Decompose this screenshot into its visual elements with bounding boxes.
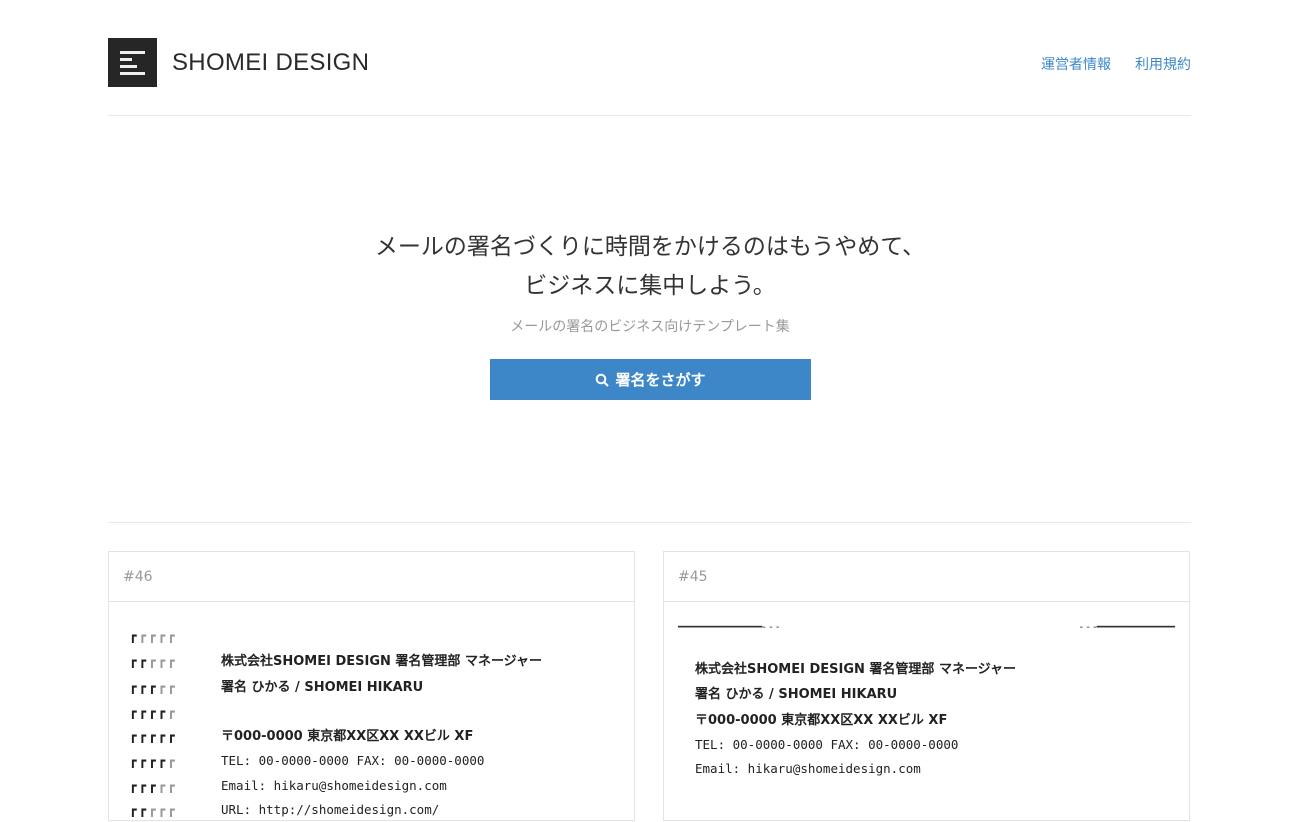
- signature-preview: 株式会社SHOMEI DESIGN 署名管理部 マネージャー 署名 ひかる / S…: [664, 633, 1189, 781]
- signature-line: ┏┏┏┏┏ 〒000-0000 東京都XX区XX XXビル XF: [129, 724, 634, 749]
- nav-operator-info[interactable]: 運営者情報: [1041, 57, 1111, 73]
- decoration-marks: ┏┏┏┏┏: [129, 678, 177, 694]
- signature-text: 〒000-0000 東京都XX区XX XXビル XF: [221, 729, 474, 745]
- logo-icon[interactable]: [108, 38, 157, 87]
- hero-line-1: メールの署名づくりに時間をかけるのはもうやめて、: [374, 234, 926, 260]
- divider: [108, 522, 1191, 523]
- signature-line: 〒000-0000 東京都XX区XX XXビル XF: [695, 708, 1189, 733]
- template-card-46[interactable]: #46 ┏┏┏┏┏ ┏┏┏┏┏ 株式会社SHOMEI DESIGN 署名管理部 マネ…: [108, 551, 635, 821]
- signature-line: ┏┏┏┏┏: [129, 700, 634, 724]
- rule-left: ━━━━━━━━━━━━━━- - -: [678, 622, 780, 633]
- nav-terms[interactable]: 利用規約: [1135, 57, 1191, 73]
- decoration-marks: ┏┏┏┏┏: [129, 728, 177, 744]
- signature-rule: ━━━━━━━━━━━━━━- - - - - -━━━━━━━━━━━━━: [664, 602, 1189, 633]
- signature-text: 署名 ひかる / SHOMEI HIKARU: [695, 687, 898, 703]
- hero-line-2: ビジネスに集中しよう。: [524, 273, 776, 299]
- signature-preview: ┏┏┏┏┏ ┏┏┏┏┏ 株式会社SHOMEI DESIGN 署名管理部 マネージャー…: [109, 602, 634, 822]
- card-id: #45: [664, 552, 1189, 602]
- decoration-marks: ┏┏┏┏┏: [129, 653, 177, 669]
- decoration-marks: ┏┏┏┏┏: [129, 802, 177, 818]
- signature-text: TEL: 00-0000-0000 FAX: 00-0000-0000: [695, 736, 959, 752]
- decoration-marks: ┏┏┏┏┏: [129, 777, 177, 793]
- signature-line: ┏┏┏┏┏ TEL: 00-0000-0000 FAX: 00-0000-0000: [129, 749, 634, 773]
- signature-text: Email: hikaru@shomeidesign.com: [695, 761, 921, 777]
- brand-name[interactable]: SHOMEI DESIGN: [172, 49, 369, 77]
- card-id: #46: [109, 552, 634, 602]
- signature-line: ┏┏┏┏┏ 署名 ひかる / SHOMEI HIKARU: [129, 675, 634, 700]
- signature-line: ┏┏┏┏┏: [129, 624, 634, 649]
- decoration-marks: ┏┏┏┏┏: [129, 703, 177, 719]
- signature-line: 署名 ひかる / SHOMEI HIKARU: [695, 682, 1189, 707]
- signature-text: 署名 ひかる / SHOMEI HIKARU: [221, 679, 424, 695]
- divider: [108, 115, 1191, 116]
- signature-text: Email: hikaru@shomeidesign.com: [221, 777, 447, 793]
- signature-text: URL: http://shomeidesign.com/: [221, 802, 440, 818]
- decoration-marks: ┏┏┏┏┏: [129, 753, 177, 769]
- signature-text: 株式会社SHOMEI DESIGN 署名管理部 マネージャー: [221, 654, 543, 670]
- signature-line: ┏┏┏┏┏ 株式会社SHOMEI DESIGN 署名管理部 マネージャー: [129, 649, 634, 674]
- signature-text: 株式会社SHOMEI DESIGN 署名管理部 マネージャー: [695, 662, 1017, 677]
- signature-text: 〒000-0000 東京都XX区XX XXビル XF: [695, 712, 948, 728]
- signature-line: ┏┏┏┏┏ URL: http://shomeidesign.com/: [129, 798, 634, 822]
- header: SHOMEI DESIGN 運営者情報 利用規約: [108, 38, 1191, 88]
- search-icon: [596, 373, 610, 387]
- search-signature-button[interactable]: 署名をさがす: [490, 359, 811, 400]
- hero-subtitle: メールの署名のビジネス向けテンプレート集: [510, 319, 790, 335]
- hero-title: メールの署名づくりに時間をかけるのはもうやめて、 ビジネスに集中しよう。: [0, 228, 1300, 306]
- search-button-label: 署名をさがす: [615, 372, 706, 389]
- signature-line: 株式会社SHOMEI DESIGN 署名管理部 マネージャー: [695, 657, 1189, 682]
- signature-line: ┏┏┏┏┏ Email: hikaru@shomeidesign.com: [129, 774, 634, 798]
- signature-text: TEL: 00-0000-0000 FAX: 00-0000-0000: [221, 753, 485, 769]
- top-nav: 運営者情報 利用規約: [1017, 54, 1191, 74]
- signature-line: Email: hikaru@shomeidesign.com: [695, 757, 1189, 781]
- decoration-marks: ┏┏┏┏┏: [129, 628, 177, 643]
- template-card-45[interactable]: #45 ━━━━━━━━━━━━━━- - - - - -━━━━━━━━━━━━…: [663, 551, 1190, 821]
- rule-right: - - -━━━━━━━━━━━━━: [1079, 622, 1175, 633]
- signature-line: TEL: 00-0000-0000 FAX: 00-0000-0000: [695, 733, 1189, 757]
